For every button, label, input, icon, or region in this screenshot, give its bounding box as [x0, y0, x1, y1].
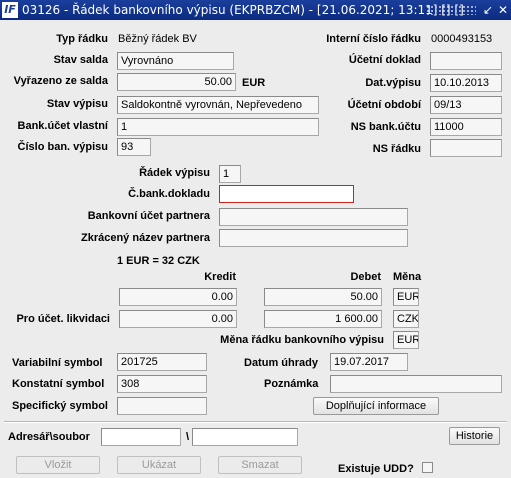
- vyrazeno-field[interactable]: 50.00: [117, 73, 236, 91]
- konstantni-symbol-label: Konstatní symbol: [12, 378, 105, 390]
- historie-button[interactable]: Historie: [449, 427, 500, 445]
- poznamka-field[interactable]: [330, 375, 502, 393]
- variabilni-symbol-field[interactable]: 201725: [117, 353, 207, 371]
- mena-header: Měna: [393, 271, 422, 283]
- stav-vypisu-label: Stav výpisu: [46, 98, 108, 110]
- adresar-field[interactable]: [101, 428, 181, 446]
- stav-salda-field[interactable]: Vyrovnáno: [117, 52, 234, 70]
- bank-ucet-label: Bank.účet vlastní: [17, 120, 108, 132]
- debet-field-1[interactable]: 50.00: [264, 288, 382, 306]
- ucet-partnera-field[interactable]: [219, 208, 408, 226]
- existuje-udd-label: Existuje UDD?: [338, 463, 414, 475]
- vyrazeno-label: Vyřazeno ze salda: [13, 75, 108, 87]
- specificky-symbol-field[interactable]: [117, 397, 207, 415]
- soubor-field[interactable]: [192, 428, 298, 446]
- close-icon[interactable]: ✕: [496, 0, 510, 20]
- specificky-symbol-label: Specifický symbol: [12, 400, 108, 412]
- konstantni-symbol-field[interactable]: 308: [117, 375, 207, 393]
- kredit-field-1[interactable]: 0.00: [119, 288, 237, 306]
- datum-uhrady-label: Datum úhrady: [244, 357, 318, 369]
- stav-vypisu-field[interactable]: Saldokontně vyrovnán, Nepřevedeno: [117, 96, 319, 114]
- window-title: 03126 - Řádek bankovního výpisu (EKPRBZC…: [22, 3, 464, 17]
- cislo-vypisu-label: Číslo ban. výpisu: [17, 141, 108, 153]
- nazev-partnera-field[interactable]: [219, 229, 408, 247]
- vlozit-button[interactable]: Vložit: [16, 456, 100, 474]
- cislo-vypisu-field[interactable]: 93: [117, 138, 151, 156]
- dat-vypisu-field[interactable]: 10.10.2013: [430, 74, 502, 92]
- kredit-field-2[interactable]: 0.00: [119, 310, 237, 328]
- radek-vypisu-label: Řádek výpisu: [139, 167, 210, 179]
- bottom-divider: [4, 421, 507, 423]
- c-bank-dokladu-field[interactable]: [219, 185, 354, 203]
- ucetni-doklad-field[interactable]: [430, 52, 502, 70]
- ucet-partnera-label: Bankovní účet partnera: [87, 210, 210, 222]
- debet-field-2[interactable]: 1 600.00: [264, 310, 382, 328]
- debet-header: Debet: [350, 271, 381, 283]
- variabilni-symbol-label: Variabilní symbol: [12, 357, 103, 369]
- vyrazeno-currency: EUR: [242, 77, 266, 89]
- ns-radku-label: NS řádku: [372, 143, 421, 155]
- typ-radku-label: Typ řádku: [56, 33, 108, 45]
- title-grip-pattern: [426, 5, 476, 15]
- doplnujici-informace-button[interactable]: Doplňující informace: [313, 397, 439, 415]
- mena-radku-label: Měna řádku bankovního výpisu: [220, 334, 384, 346]
- path-separator: \: [186, 431, 190, 443]
- app-logo-icon: IF: [2, 2, 18, 18]
- ns-radku-field[interactable]: [430, 139, 502, 157]
- bank-ucet-field[interactable]: 1: [117, 118, 319, 136]
- smazat-button[interactable]: Smazat: [218, 456, 302, 474]
- existuje-udd-checkbox[interactable]: [422, 462, 433, 473]
- nazev-partnera-label: Zkrácený název partnera: [80, 232, 210, 244]
- poznamka-label: Poznámka: [264, 378, 319, 390]
- mena-field-2[interactable]: CZK: [393, 310, 419, 328]
- kredit-header: Kredit: [204, 271, 236, 283]
- title-bar[interactable]: IF 03126 - Řádek bankovního výpisu (EKPR…: [0, 0, 511, 20]
- radek-vypisu-field[interactable]: 1: [219, 165, 241, 183]
- ucetni-obdobi-label: Účetní období: [347, 99, 421, 111]
- pro-ucet-label: Pro účet. likvidaci: [16, 313, 110, 325]
- ucetni-obdobi-field[interactable]: 09/13: [430, 96, 502, 114]
- ns-bank-uctu-field[interactable]: 11000: [430, 118, 502, 136]
- minimize-icon[interactable]: ↙: [481, 0, 495, 20]
- c-bank-dokladu-label: Č.bank.dokladu: [128, 188, 210, 200]
- ns-bank-uctu-label: NS bank.účtu: [350, 121, 421, 133]
- mena-field-1[interactable]: EUR: [393, 288, 419, 306]
- datum-uhrady-field[interactable]: 19.07.2017: [330, 353, 408, 371]
- dat-vypisu-label: Dat.výpisu: [365, 77, 421, 89]
- mena-radku-field[interactable]: EUR: [393, 331, 419, 349]
- interni-cislo-label: Interní číslo řádku: [326, 33, 421, 45]
- ukazat-button[interactable]: Ukázat: [117, 456, 201, 474]
- adresar-soubor-label: Adresář\soubor: [8, 431, 90, 443]
- exchange-rate-text: 1 EUR = 32 CZK: [117, 255, 200, 267]
- stav-salda-label: Stav salda: [53, 54, 108, 66]
- ucetni-doklad-label: Účetní doklad: [348, 54, 421, 66]
- interni-cislo-value: 0000493153: [431, 33, 493, 45]
- typ-radku-value: Běžný řádek BV: [118, 33, 197, 45]
